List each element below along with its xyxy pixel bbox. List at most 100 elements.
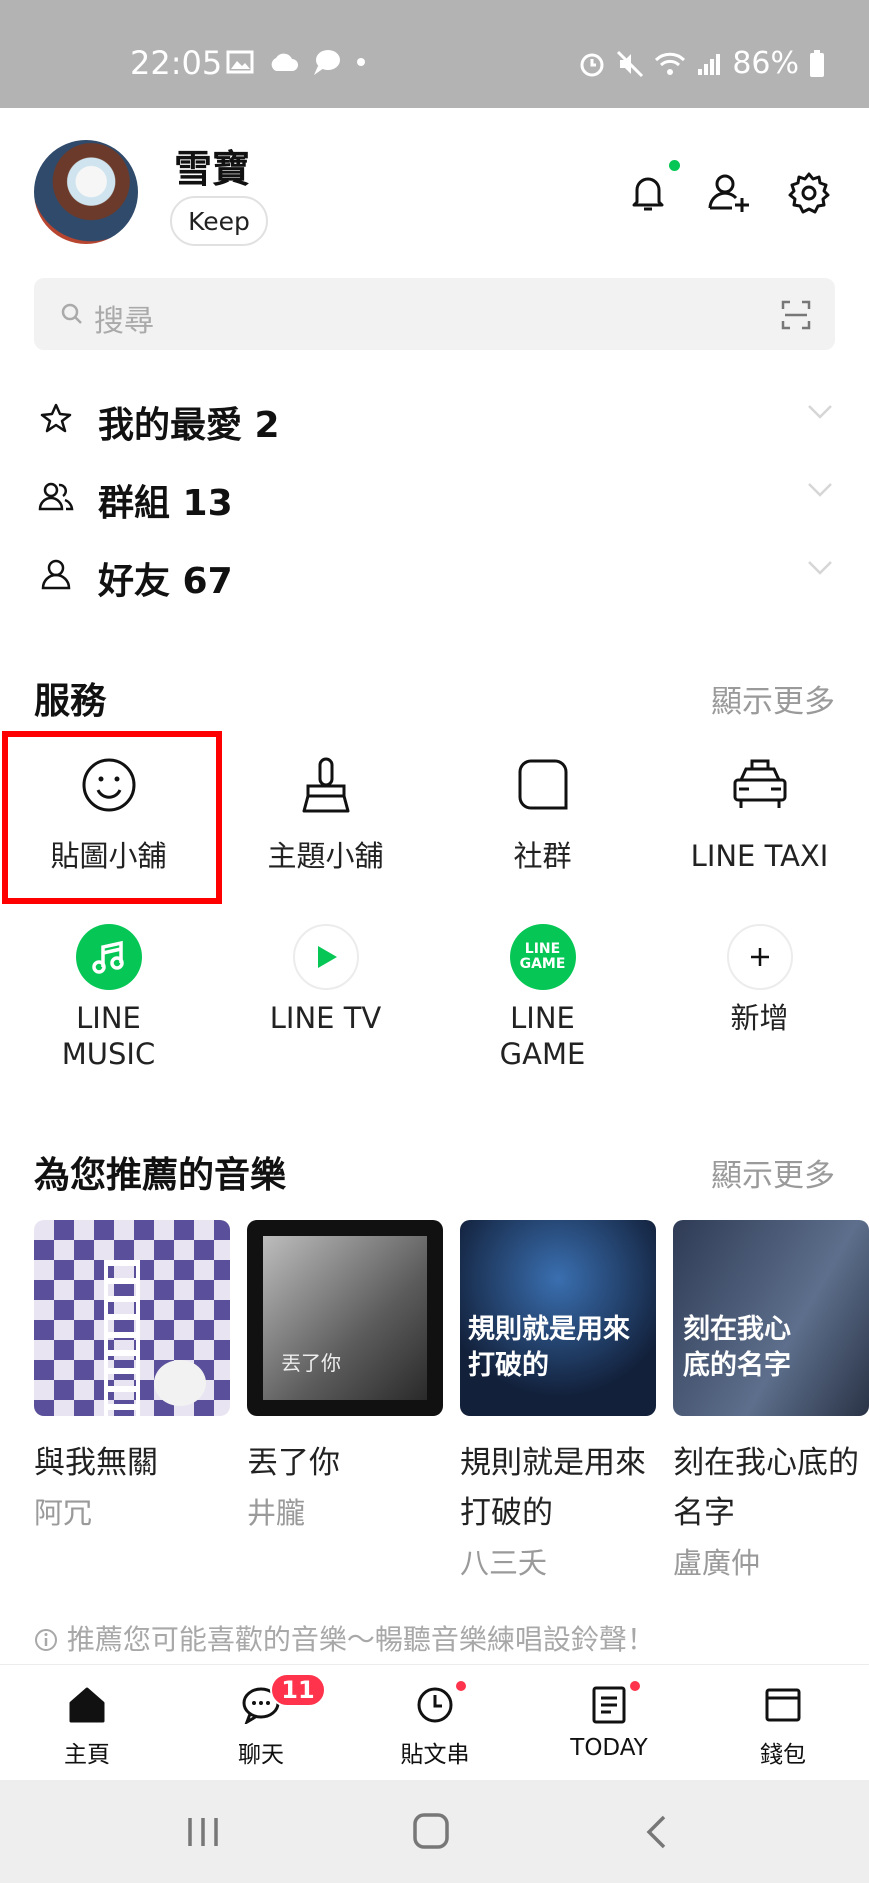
notification-dot — [669, 160, 680, 171]
alarm-icon — [580, 53, 604, 76]
recent-apps-icon[interactable] — [186, 1816, 220, 1848]
star-icon — [40, 403, 72, 433]
tab-timeline[interactable]: 貼文串 — [348, 1681, 522, 1769]
services-more-link[interactable]: 顯示更多 — [711, 676, 835, 721]
service-label: 社群 — [513, 839, 572, 873]
tab-label: 聊天 — [238, 1742, 284, 1768]
status-notification-icons — [226, 48, 366, 76]
music-artist: 井朧 — [247, 1496, 306, 1530]
music-title: 與我無關 — [34, 1445, 158, 1481]
service-line-tv[interactable]: LINE TV — [217, 922, 434, 1036]
mute-icon — [617, 50, 644, 77]
group-icon — [38, 482, 74, 511]
avatar[interactable] — [34, 140, 138, 244]
tab-wallet[interactable]: 錢包 — [696, 1683, 869, 1769]
system-nav-bar — [0, 1780, 869, 1883]
bottom-tab-bar: 主頁 11 聊天 貼文串 TODAY 錢包 — [0, 1664, 869, 1780]
wallet-icon — [765, 1688, 801, 1722]
service-label: 新增 — [730, 1001, 789, 1035]
album-cover: 規則就是用來打破的 — [460, 1220, 656, 1416]
service-label: LINE GAME — [499, 1001, 586, 1071]
info-icon — [35, 1629, 57, 1651]
status-bar: 22:05 86% — [0, 0, 869, 108]
music-title: 規則就是用來打破的 — [460, 1445, 646, 1531]
line-game-icon: LINE GAME — [509, 924, 576, 990]
tab-home[interactable]: 主頁 — [0, 1683, 174, 1769]
keep-button[interactable]: Keep — [170, 196, 268, 246]
tab-chat[interactable]: 11 聊天 — [174, 1673, 348, 1769]
service-label: 主題小舖 — [267, 839, 384, 873]
add-friend-icon[interactable] — [706, 170, 752, 216]
highlight-box — [2, 731, 222, 904]
service-theme-shop[interactable]: 主題小舖 — [217, 750, 434, 874]
music-title: 丟了你 — [247, 1445, 340, 1481]
tab-label: 貼文串 — [400, 1742, 470, 1768]
chevron-down-icon — [808, 561, 832, 575]
today-new-dot — [630, 1681, 640, 1691]
status-system-icons: 86% — [578, 46, 825, 81]
album-cover — [34, 1220, 230, 1416]
album-cover: 丟了你 — [247, 1220, 443, 1416]
play-icon — [292, 924, 359, 990]
person-icon — [41, 559, 71, 590]
tab-label: TODAY — [570, 1735, 648, 1761]
service-community[interactable]: 社群 — [434, 750, 651, 874]
search-bar[interactable]: 搜尋 — [34, 278, 835, 350]
music-hint: 推薦您可能喜歡的音樂～暢聽音樂練唱設鈴聲！ — [34, 1618, 655, 1658]
music-artist: 阿冗 — [34, 1496, 93, 1530]
cloud-icon — [271, 53, 298, 71]
bell-icon[interactable] — [625, 170, 671, 216]
home-button-icon[interactable] — [412, 1812, 450, 1850]
service-line-taxi[interactable]: LINE TAXI — [651, 750, 868, 874]
search-icon — [61, 303, 82, 324]
image-icon — [226, 50, 254, 74]
news-icon — [592, 1686, 626, 1724]
tab-label: 錢包 — [760, 1742, 806, 1768]
more-dot-icon — [357, 58, 365, 66]
music-artist: 八三夭 — [460, 1546, 548, 1580]
service-line-game[interactable]: LINE GAME LINE GAME — [434, 922, 651, 1072]
list-row-favorites[interactable]: 我的最愛 2 — [0, 382, 869, 452]
album-cover: 刻在我心底的名字 — [673, 1220, 869, 1416]
plus-icon — [726, 924, 793, 990]
home-icon — [69, 1687, 105, 1723]
battery-level: 86% — [732, 46, 799, 81]
timeline-new-dot — [456, 1681, 466, 1691]
list-label-friends: 好友 67 — [98, 561, 233, 602]
chevron-down-icon — [808, 483, 832, 497]
back-icon[interactable] — [644, 1814, 668, 1850]
music-note-icon — [75, 924, 142, 990]
profile-header: 雪寶 Keep — [0, 108, 869, 268]
music-title: 刻在我心底的名字 — [673, 1445, 859, 1531]
list-row-groups[interactable]: 群組 13 — [0, 460, 869, 530]
service-label: LINE MUSIC — [61, 1001, 156, 1071]
list-row-friends[interactable]: 好友 67 — [0, 538, 869, 608]
chat-unread-badge: 11 — [270, 1673, 326, 1707]
music-card[interactable]: 刻在我心底的名字 刻在我心底的名字 盧廣仲 — [673, 1220, 869, 1582]
list-label-groups: 群組 13 — [98, 483, 233, 524]
profile-name[interactable]: 雪寶 — [174, 138, 250, 193]
service-line-music[interactable]: LINE MUSIC — [0, 922, 217, 1072]
music-card[interactable]: 與我無關 阿冗 — [34, 1220, 230, 1532]
service-label: LINE TV — [269, 1001, 382, 1035]
services-title: 服務 — [34, 681, 107, 722]
music-more-link[interactable]: 顯示更多 — [711, 1150, 835, 1195]
music-artist: 盧廣仲 — [673, 1546, 761, 1580]
chat-bubble-icon — [518, 759, 567, 810]
service-label: LINE TAXI — [690, 839, 829, 873]
gear-icon[interactable] — [786, 170, 832, 216]
tab-label: 主頁 — [64, 1742, 110, 1768]
scan-icon[interactable] — [781, 300, 811, 330]
music-card[interactable]: 規則就是用來打破的 規則就是用來打破的 八三夭 — [460, 1220, 656, 1582]
music-card[interactable]: 丟了你 丟了你 井朧 — [247, 1220, 443, 1532]
wifi-icon — [655, 52, 686, 75]
chevron-down-icon — [808, 405, 832, 419]
tab-today[interactable]: TODAY — [522, 1681, 696, 1761]
brush-icon — [302, 757, 349, 813]
battery-icon — [810, 49, 824, 77]
clock-icon — [417, 1687, 453, 1723]
list-label-favorites: 我的最愛 2 — [98, 405, 280, 446]
music-hint-text: 推薦您可能喜歡的音樂～暢聽音樂練唱設鈴聲！ — [66, 1623, 655, 1656]
signal-icon — [698, 53, 721, 75]
service-add[interactable]: 新增 — [651, 922, 868, 1036]
